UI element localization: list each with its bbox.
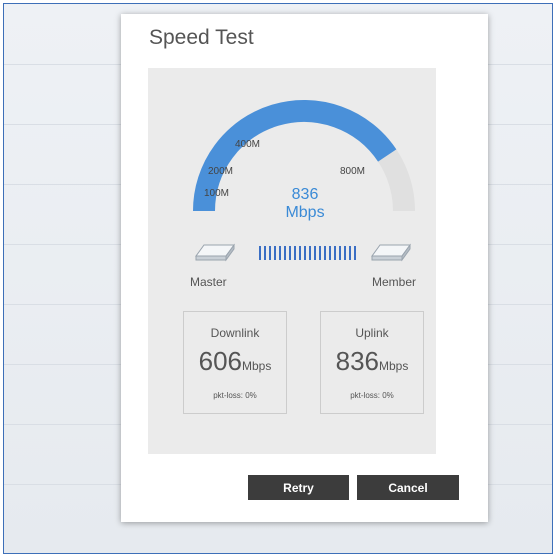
speed-test-dialog: Speed Test 400M 200M 100M 800M 836 Mbps …: [121, 14, 488, 522]
master-label: Master: [190, 275, 227, 289]
downlink-box: Downlink 606Mbps pkt-loss: 0%: [183, 311, 287, 414]
downlink-unit: Mbps: [242, 359, 272, 373]
uplink-number: 836: [335, 346, 380, 376]
retry-button[interactable]: Retry: [248, 475, 349, 500]
speed-panel: 400M 200M 100M 800M 836 Mbps Master Memb…: [148, 68, 436, 454]
cancel-button[interactable]: Cancel: [357, 475, 459, 500]
uplink-box: Uplink 836Mbps pkt-loss: 0%: [320, 311, 424, 414]
downlink-number: 606: [198, 346, 243, 376]
downlink-label: Downlink: [210, 326, 260, 340]
uplink-loss: pkt-loss: 0%: [350, 391, 394, 400]
speed-readout: 836 Mbps: [261, 186, 349, 222]
speed-value: 836: [291, 186, 319, 203]
uplink-value: 836Mbps: [321, 346, 423, 377]
scale-label-100m: 100M: [204, 188, 230, 199]
scale-label-400m: 400M: [235, 139, 261, 150]
uplink-unit: Mbps: [379, 359, 409, 373]
member-label: Member: [372, 275, 417, 289]
downlink-loss: pkt-loss: 0%: [213, 391, 257, 400]
downlink-value: 606Mbps: [184, 346, 286, 377]
uplink-label: Uplink: [355, 326, 389, 340]
master-device-icon: [195, 243, 235, 262]
speed-unit: Mbps: [285, 204, 325, 221]
dialog-title: Speed Test: [149, 26, 254, 49]
scale-label-200m: 200M: [208, 166, 234, 177]
scale-label-800m: 800M: [340, 166, 366, 177]
member-device-icon: [371, 243, 411, 262]
signal-link-icon: [259, 246, 356, 260]
